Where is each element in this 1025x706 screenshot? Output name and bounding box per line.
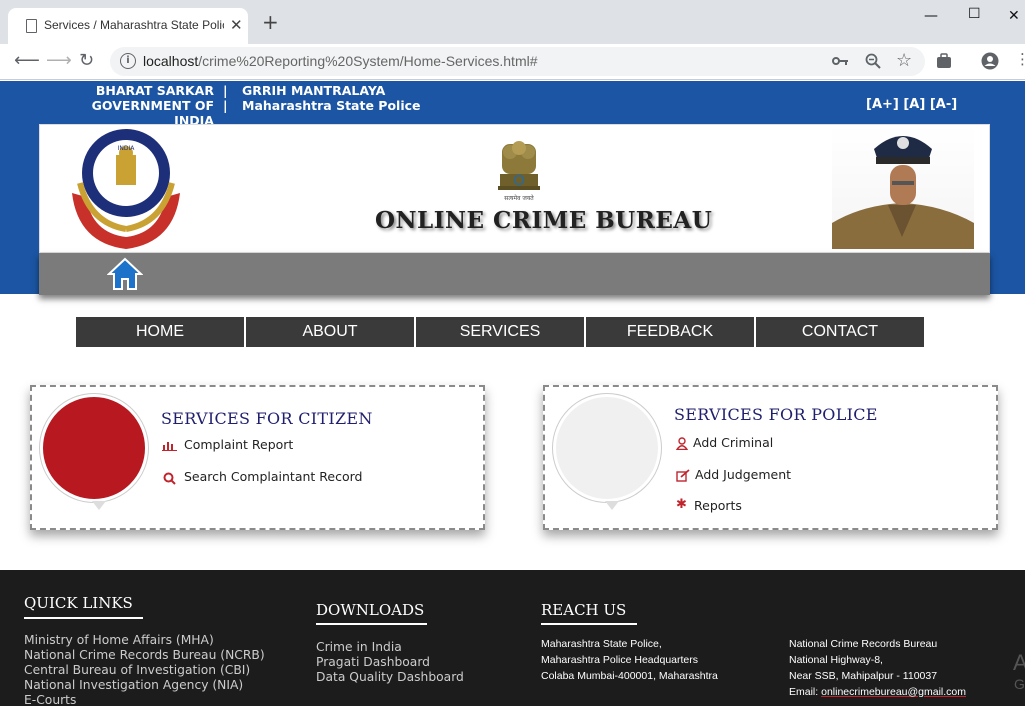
reach-us-underline xyxy=(541,623,637,625)
site-banner: INDIA सत्यमेव जयते ONLINE CRIME BUREAU xyxy=(39,124,990,253)
web-page: BHARAT SARKAR GOVERNMENT OF INDIA | | GR… xyxy=(0,81,1025,706)
citizen-services-card: SERVICES FOR CITIZEN Complaint Report Se… xyxy=(30,385,485,530)
home-icon[interactable] xyxy=(107,257,143,291)
gov-right-block: GRRIH MANTRALAYA Maharashtra State Polic… xyxy=(242,83,421,113)
quick-link-cbi[interactable]: Central Bureau of Investigation (CBI) xyxy=(24,663,250,678)
search-icon xyxy=(163,472,176,485)
svg-text:INDIA: INDIA xyxy=(118,145,136,152)
ghost-letter-g: G xyxy=(1014,676,1025,692)
info-icon[interactable]: i xyxy=(120,53,136,69)
bookmark-star-icon[interactable]: ☆ xyxy=(896,50,912,71)
officer-photo xyxy=(832,125,974,249)
forward-arrow-icon[interactable]: ⟶ xyxy=(46,50,72,71)
menu-home[interactable]: HOME xyxy=(76,317,244,347)
header-right-line1: GRRIH MANTRALAYA xyxy=(242,83,386,98)
window-close-icon[interactable]: ✕ xyxy=(1008,8,1020,24)
close-tab-icon[interactable]: ✕ xyxy=(230,16,243,34)
complaint-report-link[interactable]: Complaint Report xyxy=(184,437,293,452)
downloads-heading: DOWNLOADS xyxy=(316,601,425,619)
header-right-line2: Maharashtra State Police xyxy=(242,98,421,113)
menu-contact[interactable]: CONTACT xyxy=(756,317,924,347)
quick-links-heading: QUICK LINKS xyxy=(24,594,133,612)
site-title: ONLINE CRIME BUREAU xyxy=(375,207,713,234)
tab-title: Services / Maharashtra State Police xyxy=(44,18,224,32)
cbi-logo: INDIA xyxy=(72,129,180,249)
menu-services[interactable]: SERVICES xyxy=(416,317,584,347)
citizen-card-title: SERVICES FOR CITIZEN xyxy=(161,409,373,428)
search-record-link[interactable]: Search Complaintant Record xyxy=(184,469,362,484)
download-pragati-dashboard[interactable]: Pragati Dashboard xyxy=(316,655,430,670)
citizen-badge xyxy=(40,394,148,510)
menu-about[interactable]: ABOUT xyxy=(246,317,414,347)
reach-us-heading: REACH US xyxy=(541,601,627,619)
quick-link-ncrb[interactable]: National Crime Records Bureau (NCRB) xyxy=(24,648,265,663)
header-left-line1: BHARAT SARKAR xyxy=(95,83,214,98)
add-criminal-link[interactable]: Add Criminal xyxy=(693,435,773,450)
national-emblem: सत्यमेव जयते xyxy=(498,141,540,202)
profile-icon[interactable] xyxy=(981,52,999,70)
quick-links-underline xyxy=(24,617,143,619)
add-judgement-link[interactable]: Add Judgement xyxy=(695,467,791,482)
key-icon[interactable] xyxy=(832,55,848,67)
browser-toolbar: ⟵ ⟶ ↻ i localhost/crime%20Reporting%20Sy… xyxy=(0,44,1025,80)
user-icon xyxy=(676,437,688,450)
menu-feedback[interactable]: FEEDBACK xyxy=(586,317,754,347)
maximize-icon[interactable]: ☐ xyxy=(968,6,981,22)
quick-link-nia[interactable]: National Investigation Agency (NIA) xyxy=(24,678,243,693)
bar-chart-icon xyxy=(162,442,177,451)
reports-link[interactable]: Reports xyxy=(694,498,742,513)
police-services-card: SERVICES FOR POLICE Add Criminal Add Jud… xyxy=(543,385,998,530)
site-footer: QUICK LINKS Ministry of Home Affairs (MH… xyxy=(0,570,1025,706)
header-band: BHARAT SARKAR GOVERNMENT OF INDIA | | GR… xyxy=(0,81,1025,295)
browser-tab[interactable]: Services / Maharashtra State Police ✕ xyxy=(8,8,248,44)
banner-nav-strip xyxy=(39,253,990,295)
menu-dots-icon[interactable]: ⋮ xyxy=(1015,50,1025,68)
address-maharashtra: Maharashtra State Police, Maharashtra Po… xyxy=(541,638,718,682)
zoom-icon[interactable] xyxy=(865,53,881,69)
download-data-quality-dashboard[interactable]: Data Quality Dashboard xyxy=(316,670,464,685)
svg-text:सत्यमेव जयते: सत्यमेव जयते xyxy=(504,194,534,202)
address-ncrb: National Crime Records Bureau National H… xyxy=(789,638,966,698)
quick-link-mha[interactable]: Ministry of Home Affairs (MHA) xyxy=(24,633,214,648)
header-separator: | | xyxy=(223,83,228,113)
font-size-controls[interactable]: [A+] [A] [A-] xyxy=(866,97,957,112)
browser-titlebar: Services / Maharashtra State Police ✕ + … xyxy=(0,0,1025,44)
url-text[interactable]: localhost/crime%20Reporting%20System/Hom… xyxy=(143,53,538,69)
police-card-title: SERVICES FOR POLICE xyxy=(674,405,878,424)
back-arrow-icon[interactable]: ⟵ xyxy=(14,50,40,71)
address-bar[interactable]: i localhost/crime%20Reporting%20System/H… xyxy=(110,47,925,76)
page-icon xyxy=(26,19,37,33)
extension-icon[interactable] xyxy=(936,53,952,69)
edit-icon xyxy=(676,469,690,482)
ghost-letter-a: A xyxy=(1013,650,1025,675)
downloads-underline xyxy=(316,623,427,625)
gear-icon: ✱ xyxy=(676,497,687,512)
reload-icon[interactable]: ↻ xyxy=(79,50,94,71)
download-crime-in-india[interactable]: Crime in India xyxy=(316,640,402,655)
quick-link-ecourts[interactable]: E-Courts xyxy=(24,693,76,706)
minimize-icon[interactable]: — xyxy=(924,8,938,24)
email-link[interactable]: onlinecrimebureau@gmail.com xyxy=(821,686,966,698)
gov-left-block: BHARAT SARKAR GOVERNMENT OF INDIA xyxy=(50,83,214,128)
police-badge xyxy=(553,394,661,510)
new-tab-button[interactable]: + xyxy=(262,12,279,32)
